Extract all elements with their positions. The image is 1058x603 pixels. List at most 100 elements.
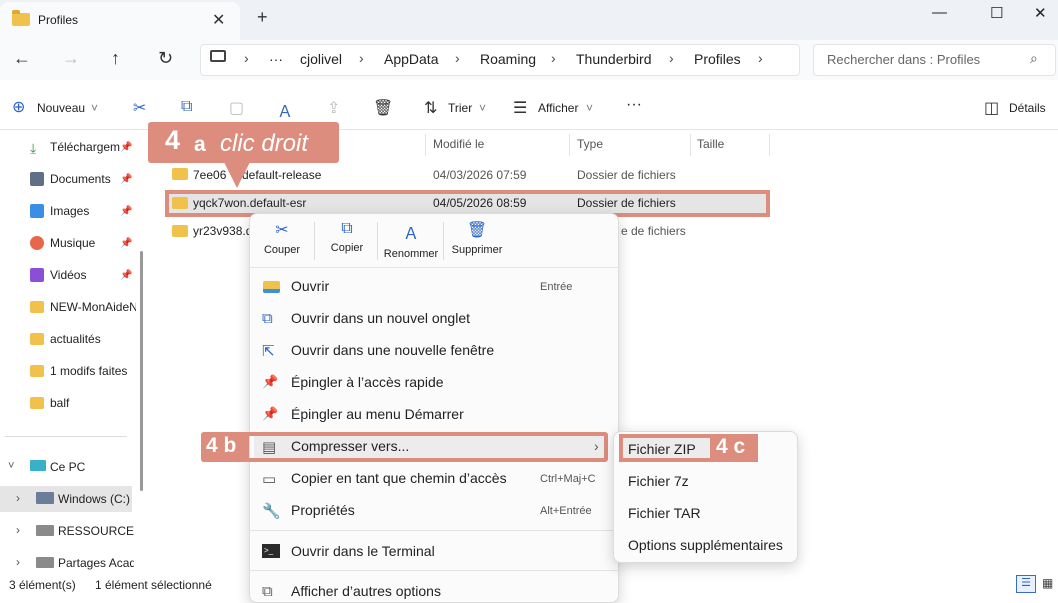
divider: [443, 222, 444, 260]
back-button[interactable]: ←: [13, 48, 31, 69]
search-input[interactable]: Rechercher dans : Profiles: [813, 44, 1056, 76]
menu-pin-quick-access[interactable]: Épingler à l’accès rapide: [291, 374, 444, 390]
close-tab-icon[interactable]: ✕: [212, 10, 225, 30]
rename-label: Renommer: [383, 248, 439, 260]
forward-button[interactable]: →: [62, 48, 80, 69]
submenu-tar[interactable]: Fichier TAR: [628, 505, 701, 521]
column-modified[interactable]: Modifié le: [433, 137, 484, 151]
terminal-icon: >_: [262, 544, 280, 558]
maximize-button[interactable]: ☐: [990, 4, 1003, 22]
pin-icon: 📌: [262, 374, 279, 389]
annotation-4c: 4 c: [710, 434, 758, 462]
plus-icon: ⊕: [12, 99, 26, 116]
sidebar-item-folder[interactable]: actualités: [50, 332, 136, 346]
menu-properties[interactable]: Propriétés: [291, 502, 355, 518]
column-divider: [690, 134, 691, 156]
breadcrumb-more[interactable]: ···: [269, 51, 283, 67]
scrollbar[interactable]: [140, 251, 143, 491]
sidebar-item-music[interactable]: Musique: [50, 236, 120, 250]
chevron-down-icon[interactable]: ˅: [8, 460, 14, 472]
sort-button[interactable]: Trier: [448, 101, 472, 115]
delete-action[interactable]: 🗑 Supprimer: [447, 220, 507, 256]
folder-icon: [30, 333, 44, 345]
sidebar-item-videos[interactable]: Vidéos: [50, 268, 120, 282]
folder-icon: [30, 365, 44, 377]
sidebar-item-drive[interactable]: RESSOURCES (: [58, 524, 134, 538]
view-button[interactable]: Afficher: [538, 101, 578, 115]
details-view-button[interactable]: ☰: [1016, 575, 1036, 593]
sidebar-item-downloads[interactable]: Téléchargem: [50, 140, 120, 154]
chevron-right-icon[interactable]: ›: [16, 523, 20, 537]
breadcrumb-profiles[interactable]: Profiles: [694, 51, 741, 67]
annotation-letter: a: [194, 133, 206, 156]
sidebar-item-drive-c[interactable]: Windows (C:): [58, 492, 132, 506]
annotation-arrow: [224, 162, 250, 188]
copy-path-icon: ▭: [262, 471, 277, 488]
open-icon: [263, 281, 280, 293]
delete-icon: 🗑: [466, 222, 488, 239]
sidebar-item-documents[interactable]: Documents: [50, 172, 120, 186]
cut-action[interactable]: ✂ Couper: [252, 220, 312, 256]
paste-icon[interactable]: ▢: [229, 98, 244, 118]
shortcut-label: Ctrl+Maj+C: [540, 473, 596, 485]
details-icon: ◫: [984, 100, 1000, 117]
copy-icon[interactable]: ⧉: [181, 98, 192, 116]
sidebar-item-drive[interactable]: Partages Acad: [58, 556, 134, 570]
documents-icon: [30, 172, 44, 186]
minimize-button[interactable]: —: [932, 4, 947, 21]
more-button[interactable]: ···: [626, 96, 642, 114]
new-tab-button[interactable]: +: [257, 7, 268, 28]
pin-icon: 📌: [120, 142, 133, 153]
sidebar-item-folder[interactable]: balf: [50, 396, 136, 410]
menu-compress[interactable]: Compresser vers...: [291, 438, 409, 454]
sidebar-item-folder[interactable]: 1 modifs faites: [50, 364, 136, 378]
share-icon[interactable]: ⇪: [327, 98, 340, 118]
column-divider: [769, 134, 770, 156]
new-button[interactable]: Nouveau: [37, 101, 85, 115]
chevron-right-icon: ›: [594, 438, 599, 454]
column-size[interactable]: Taille: [697, 137, 724, 151]
refresh-button[interactable]: ↻: [158, 48, 173, 69]
breadcrumb-thunderbird[interactable]: Thunderbird: [576, 51, 652, 67]
file-name-tail: default-release: [242, 168, 322, 182]
rename-icon[interactable]: Ａ: [277, 98, 293, 122]
menu-open-new-tab[interactable]: Ouvrir dans un nouvel onglet: [291, 310, 470, 326]
item-count: 3 élément(s): [9, 578, 76, 592]
tiles-view-button[interactable]: ▦: [1042, 576, 1053, 590]
menu-pin-start[interactable]: Épingler au menu Démarrer: [291, 406, 464, 422]
breadcrumb-appdata[interactable]: AppData: [384, 51, 438, 67]
breadcrumb-sep: ›: [551, 50, 556, 66]
menu-terminal[interactable]: Ouvrir dans le Terminal: [291, 543, 435, 559]
menu-open-new-window[interactable]: Ouvrir dans une nouvelle fenêtre: [291, 342, 494, 358]
rename-action[interactable]: Ａ Renommer: [381, 220, 441, 260]
menu-copy-path[interactable]: Copier en tant que chemin d’accès: [291, 470, 507, 486]
submenu-7z[interactable]: Fichier 7z: [628, 473, 689, 489]
column-type[interactable]: Type: [577, 137, 603, 151]
divider: [249, 530, 619, 531]
breadcrumb-roaming[interactable]: Roaming: [480, 51, 536, 67]
cut-icon[interactable]: ✂: [133, 98, 146, 118]
search-icon: ⌕: [1030, 50, 1038, 66]
details-button[interactable]: Détails: [1009, 101, 1046, 115]
sidebar-item-folder[interactable]: NEW-MonAideN: [50, 300, 136, 314]
sidebar-item-pc[interactable]: Ce PC: [50, 460, 154, 474]
up-button[interactable]: ↑: [111, 48, 120, 69]
delete-icon[interactable]: 🗑: [373, 98, 393, 118]
chevron-right-icon[interactable]: ›: [16, 491, 20, 505]
copy-action[interactable]: ⧉ Copier: [317, 220, 377, 254]
close-window-button[interactable]: ✕: [1034, 4, 1047, 22]
chevron-right-icon[interactable]: ›: [16, 555, 20, 569]
breadcrumb-cjolivel[interactable]: cjolivel: [300, 51, 342, 67]
tab-profiles[interactable]: Profiles ✕: [0, 2, 240, 40]
file-type: Dossier de fichiers: [577, 168, 676, 182]
sidebar-item-images[interactable]: Images: [50, 204, 120, 218]
images-icon: [30, 204, 44, 218]
submenu-more-options[interactable]: Options supplémentaires: [628, 537, 783, 553]
submenu-zip[interactable]: Fichier ZIP: [628, 441, 696, 457]
drive-icon: [36, 492, 54, 504]
menu-open[interactable]: Ouvrir: [291, 278, 329, 294]
annotation-4b: 4 b: [201, 432, 249, 462]
annotation-4a: 4 a clic droit: [148, 122, 339, 163]
breadcrumb-sep: ›: [669, 50, 674, 66]
status-bar: 3 élément(s) 1 élément sélectionné ☰ ▦: [0, 575, 1058, 594]
